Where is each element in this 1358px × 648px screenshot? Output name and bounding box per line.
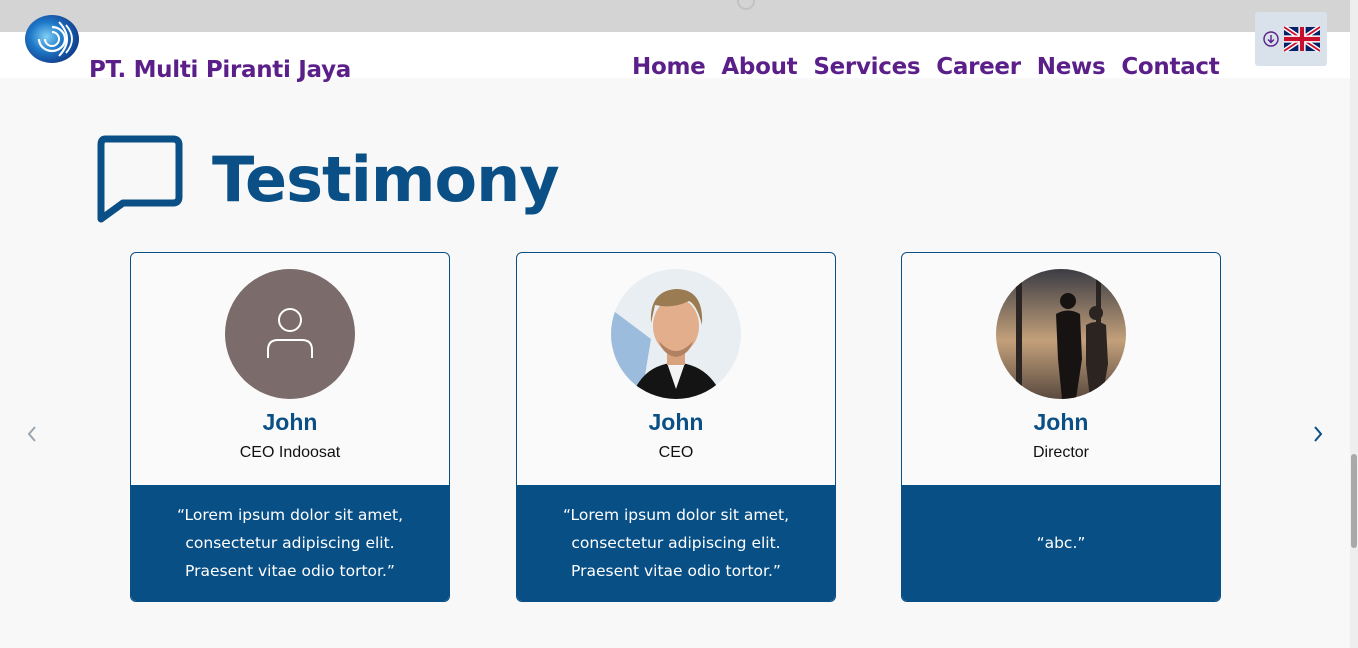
testimonial-card: John CEO Indoosat “Lorem ipsum dolor sit… [130,252,450,602]
default-user-avatar [225,269,355,399]
main-nav: Home About Services Career News Contact [632,54,1235,80]
nav-about[interactable]: About [721,54,797,80]
testimonial-card: John Director “abc.” [901,252,1221,602]
chevron-right-icon [1314,426,1323,442]
testimonial-quote: “Lorem ipsum dolor sit amet, consectetur… [563,506,789,580]
chevron-left-icon [27,426,36,442]
testimonial-card: John CEO “Lorem ipsum dolor sit amet, co… [516,252,836,602]
nav-services[interactable]: Services [813,54,920,80]
nav-news[interactable]: News [1037,54,1106,80]
indicator-dot [737,0,755,10]
language-switcher[interactable] [1255,12,1327,66]
testimonial-name: John [1033,409,1089,435]
chat-bubble-icon [95,135,183,228]
testimonial-quote: “abc.” [1036,534,1086,552]
site-header: PT. Multi Piranti Jaya Home About Servic… [0,32,1350,83]
portrait-photo [611,269,741,399]
page-scrollbar[interactable] [1350,0,1358,648]
quote-box: “abc.” [902,485,1220,601]
silhouette-photo [996,269,1126,399]
nav-career[interactable]: Career [936,54,1021,80]
quote-box: “Lorem ipsum dolor sit amet, consectetur… [517,485,835,601]
carousel-prev-button[interactable] [26,425,38,448]
uk-flag-icon [1282,25,1322,57]
scrollbar-thumb[interactable] [1351,454,1357,548]
testimonial-name: John [262,409,318,435]
testimonial-quote: “Lorem ipsum dolor sit amet, consectetur… [177,506,403,580]
carousel-next-button[interactable] [1312,425,1324,448]
download-circle-icon [1263,31,1279,52]
testimonial-role: CEO Indoosat [239,444,341,461]
top-strip [0,0,1350,32]
nav-contact[interactable]: Contact [1121,54,1219,80]
testimonial-role: Director [1032,444,1089,461]
testimonial-name: John [648,409,704,435]
swirl-logo-icon[interactable] [25,14,81,64]
brand-name[interactable]: PT. Multi Piranti Jaya [89,57,351,83]
quote-box: “Lorem ipsum dolor sit amet, consectetur… [131,485,449,601]
section-title: Testimony [212,143,560,216]
nav-home[interactable]: Home [632,54,706,80]
testimonial-role: CEO [658,444,694,461]
